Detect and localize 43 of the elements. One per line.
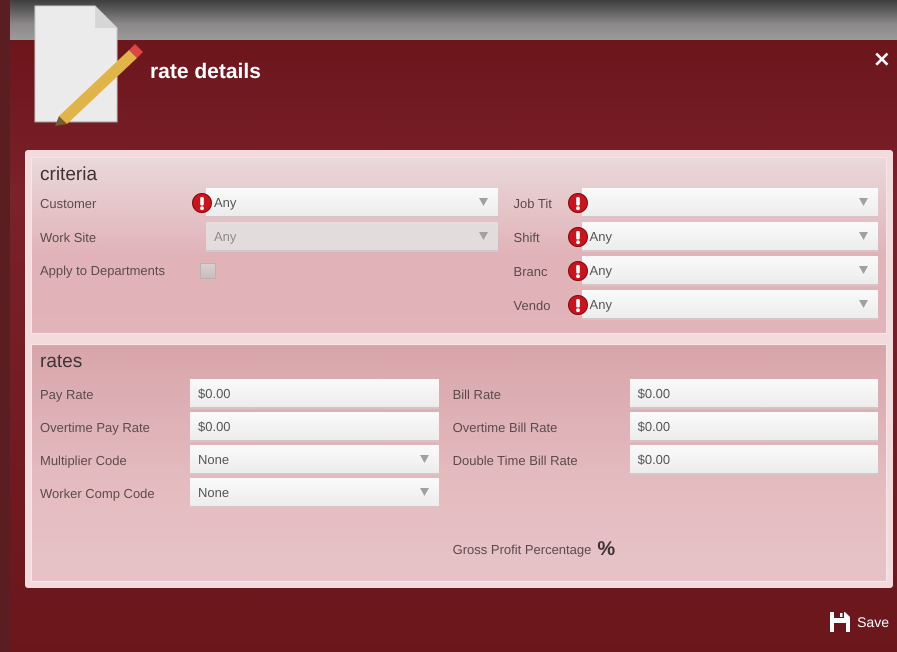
field-label: Work Site [40,230,98,244]
field-label: Double Time Bill Rate [452,452,579,468]
document-pencil-icon [33,4,145,128]
input-field[interactable]: $0.00 [630,445,878,475]
field-label: Bill Rate [452,386,502,402]
caret-icon [420,488,429,496]
field-label: Vendo [514,298,552,312]
field-label: Multiplier Code [40,452,128,468]
dropdown[interactable]: None [190,445,439,475]
checkbox[interactable] [200,263,216,279]
dropdown[interactable]: Any [206,188,498,218]
percent-value: % [597,538,616,561]
dropdown[interactable] [582,188,878,218]
close-button[interactable]: × [866,49,897,71]
input-field[interactable]: $0.00 [630,412,878,442]
caret-icon [478,232,488,240]
field-label: Shift [514,230,541,244]
section-title: criteria [40,163,98,187]
input-field[interactable]: $0.00 [630,379,878,409]
input-field[interactable]: $0.00 [190,379,439,409]
dropdown[interactable]: None [190,478,439,508]
caret-icon [859,266,868,274]
caret-icon [420,455,429,463]
field-label: Overtime Bill Rate [452,420,558,434]
input-field[interactable]: $0.00 [190,412,439,442]
field-label: Customer [40,196,98,210]
dropdown[interactable]: Any [582,222,878,252]
field-label: Branc [514,264,549,278]
caret-icon [478,198,488,206]
field-label: Worker Comp Code [40,486,156,500]
field-label: Job Tit [514,196,553,210]
caret-icon [859,300,868,308]
dropdown[interactable]: Any [582,256,878,286]
caret-icon [859,198,868,206]
field-label: Gross Profit Percentage [452,542,592,557]
field-label: Pay Rate [40,386,94,402]
field-label: Overtime Pay Rate [40,420,151,434]
section-title: rates [40,350,84,374]
caret-icon [859,232,868,240]
field-label: Apply to Departments [40,262,166,280]
save-button[interactable]: Save [825,607,893,637]
dialog-title: rate details [150,60,261,84]
dropdown[interactable]: Any [582,290,878,320]
